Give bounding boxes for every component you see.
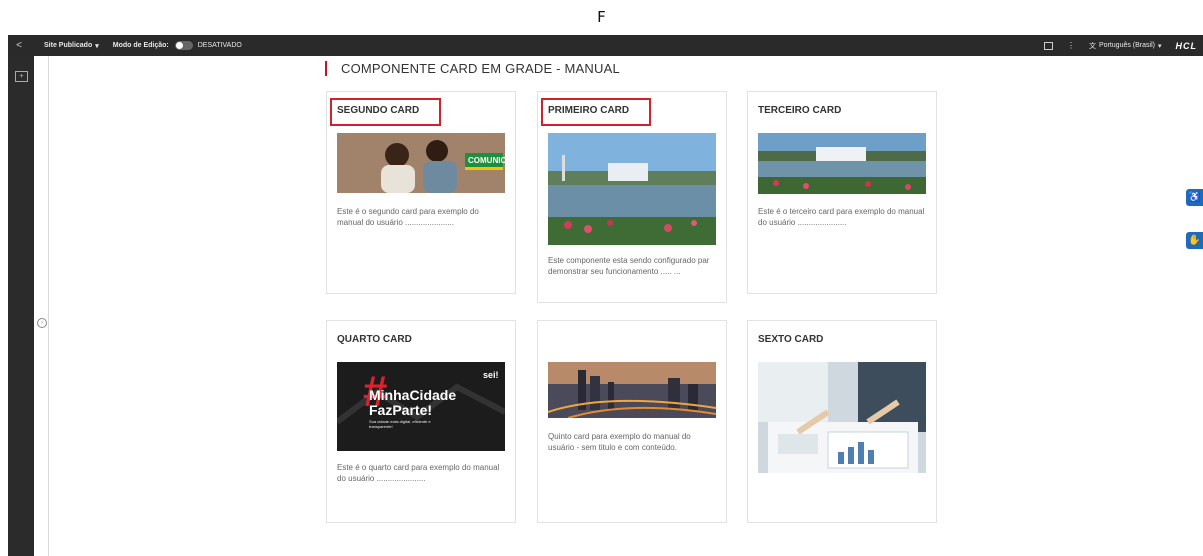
site-status-dropdown[interactable]: Site Publicado ▾	[44, 42, 99, 50]
chevron-down-icon: ▾	[95, 42, 99, 50]
card-image	[758, 362, 926, 473]
card-image	[758, 133, 926, 194]
chevron-down-icon: ▾	[1157, 42, 1162, 50]
comunica-label: COMUNICA	[468, 156, 505, 165]
city-skyline-photo	[548, 362, 716, 418]
card-image: COMUNICA	[337, 133, 505, 193]
banner-line-1: MinhaCidade	[369, 387, 456, 403]
more-options-icon[interactable]: ⋮	[1067, 41, 1075, 50]
page-title: COMPONENTE CARD EM GRADE - MANUAL	[341, 61, 620, 76]
site-status-label: Site Publicado	[44, 42, 93, 49]
edit-mode-label: Modo de Edição:	[112, 42, 169, 49]
edit-mode-toggle[interactable]	[174, 41, 193, 50]
park-lake-photo	[548, 133, 716, 245]
edit-mode-state: DESATIVADO	[197, 42, 242, 49]
card-title: PRIMEIRO CARD	[548, 105, 630, 116]
edit-toolbar: < Site Publicado ▾ Modo de Edição: DESAT…	[8, 35, 1203, 56]
card-description: Este é o segundo card para exemplo do ma…	[337, 207, 479, 227]
chevron-left-icon[interactable]: <	[8, 40, 30, 51]
minha-cidade-banner: # MinhaCidade FazParte! sei! Sua cidade …	[337, 362, 505, 451]
card-description: Este é o quarto card para exemplo do man…	[337, 463, 500, 483]
card-quarto[interactable]: QUARTO CARD # MinhaCidade FazParte! sei!…	[326, 320, 516, 523]
expand-panel-icon[interactable]: ›	[37, 318, 47, 328]
children-photo: COMUNICA	[337, 133, 505, 193]
heading-accent-bar	[325, 61, 327, 76]
card-description: Este componente esta sendo configurado p…	[548, 256, 710, 276]
accessibility-icon[interactable]: ♿	[1186, 189, 1203, 206]
banner-line-2: FazParte!	[369, 402, 432, 418]
edit-mode-switch[interactable]: Modo de Edição: DESATIVADO	[113, 41, 242, 50]
sidebar-divider	[48, 56, 49, 556]
card-terceiro[interactable]: TERCEIRO CARD Este é o terceiro card par…	[747, 91, 937, 294]
page-settings-icon[interactable]	[1043, 41, 1053, 50]
card-image	[548, 362, 716, 418]
card-description: Quinto card para exemplo do manual do us…	[548, 432, 691, 452]
park-lake-photo	[758, 133, 926, 194]
card-primeiro[interactable]: PRIMEIRO CARD Este componente esta sendo…	[537, 91, 727, 303]
card-description: Este é o terceiro card para exemplo do m…	[758, 207, 925, 227]
language-dropdown[interactable]: 文 Português (Brasil) ▾	[1089, 41, 1162, 51]
office-documents-photo	[758, 362, 926, 473]
card-segundo[interactable]: SEGUNDO CARD COMUNICA Este é o segundo c…	[326, 91, 516, 294]
card-title: QUARTO CARD	[337, 334, 412, 345]
banner-subtitle: Sua cidade mais digital, eficiente e tra…	[369, 419, 431, 429]
sei-logo: sei!	[483, 370, 499, 380]
card-title: TERCEIRO CARD	[758, 105, 842, 116]
page-top-letter: F	[597, 8, 606, 26]
card-title: SEGUNDO CARD	[337, 105, 420, 116]
hcl-logo: HCL	[1175, 40, 1197, 51]
translate-icon: 文	[1088, 42, 1096, 50]
card-image	[548, 133, 716, 245]
card-sexto[interactable]: SEXTO CARD	[747, 320, 937, 523]
add-content-icon[interactable]: +	[15, 71, 28, 82]
card-image: # MinhaCidade FazParte! sei! Sua cidade …	[337, 362, 505, 451]
left-sidebar: +	[8, 56, 34, 556]
card-title: SEXTO CARD	[758, 334, 824, 345]
page-heading: COMPONENTE CARD EM GRADE - MANUAL	[325, 61, 620, 76]
card-quinto[interactable]: Quinto card para exemplo do manual do us…	[537, 320, 727, 523]
language-label: Português (Brasil)	[1098, 42, 1155, 49]
sign-language-icon[interactable]: ✋	[1186, 232, 1203, 249]
